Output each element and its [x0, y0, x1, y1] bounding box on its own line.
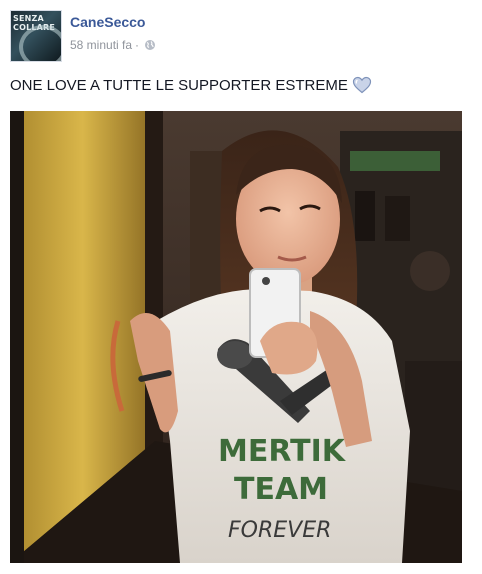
post-caption: ONE LOVE A TUTTE LE SUPPORTER ESTREME [10, 76, 372, 94]
shelf-green [350, 151, 440, 171]
post-caption-text: ONE LOVE A TUTTE LE SUPPORTER ESTREME [10, 76, 348, 94]
avatar-logo-swoosh [19, 25, 61, 61]
shirt-text-line2: TEAM [234, 472, 328, 507]
meta-separator: · [135, 38, 140, 52]
shirt-text-line1: MERTIK [218, 434, 347, 469]
post-meta: 58 minuti fa · [70, 38, 156, 52]
globe-icon[interactable] [144, 39, 156, 51]
left-edge [10, 111, 24, 563]
feed-post: SENZA COLLARE CaneSecco 58 minuti fa · O… [0, 0, 482, 574]
author-avatar[interactable]: SENZA COLLARE [10, 10, 62, 62]
shelf-item [410, 251, 450, 291]
post-photo[interactable]: MERTIK TEAM FOREVER [10, 111, 462, 563]
author-name-link[interactable]: CaneSecco [70, 14, 145, 30]
phone-camera [262, 277, 270, 285]
post-timestamp[interactable]: 58 minuti fa [70, 38, 132, 52]
shirt-text-line3: FOREVER [228, 518, 331, 543]
shelf-item [385, 196, 410, 241]
heart-icon [352, 76, 372, 94]
shelf-item [355, 191, 375, 241]
photo-illustration: MERTIK TEAM FOREVER [10, 111, 462, 563]
